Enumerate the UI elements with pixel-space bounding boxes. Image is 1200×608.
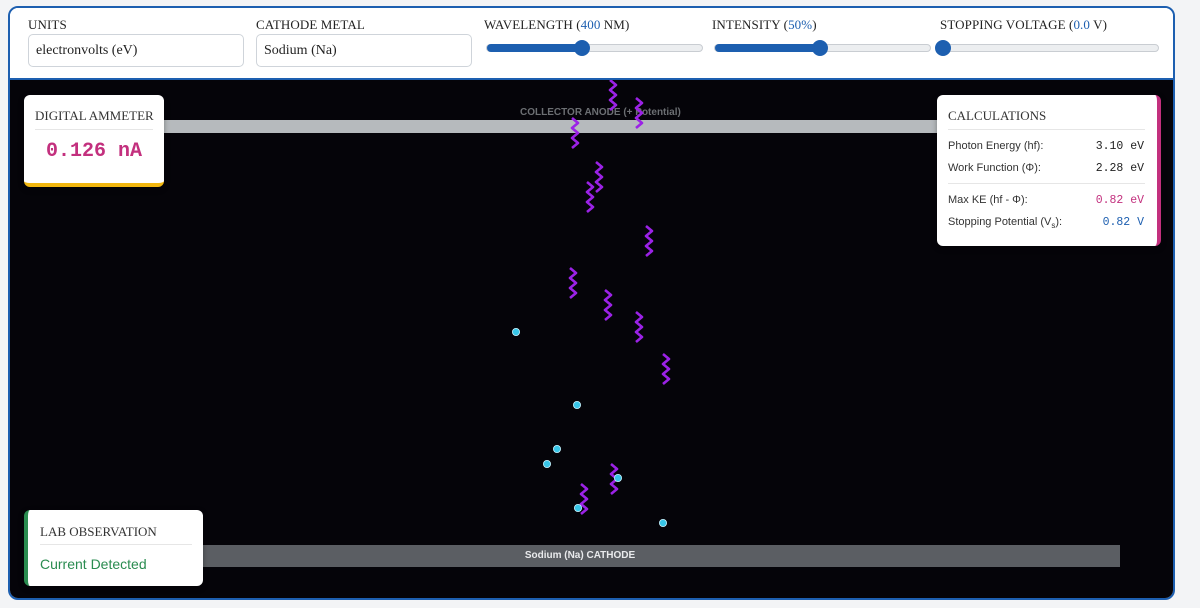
photoelectron: [553, 444, 562, 453]
photon-energy-value: 3.10 eV: [1095, 140, 1144, 153]
digital-ammeter-card: DIGITAL AMMETER 0.126 nA: [24, 95, 164, 187]
calculations-divider-2: [948, 183, 1145, 184]
stopping-voltage-label: STOPPING VOLTAGE (0.0 V): [940, 17, 1108, 32]
lab-observation-card: LAB OBSERVATION Current Detected: [24, 510, 203, 586]
intensity-slider[interactable]: [714, 40, 931, 56]
photon-wave: [594, 161, 604, 193]
ammeter-divider: [35, 129, 153, 130]
wavelength-slider[interactable]: [486, 40, 703, 56]
max-ke-value: 0.82 eV: [1095, 194, 1144, 207]
photoelectron: [543, 459, 552, 468]
photon-wave: [634, 97, 644, 129]
stopping-voltage-value: 0.0: [1073, 17, 1090, 32]
photoelectron: [574, 503, 583, 512]
intensity-slider-fill: [715, 44, 821, 52]
wavelength-slider-thumb[interactable]: [573, 40, 590, 56]
wavelength-slider-fill: [487, 44, 582, 52]
photoelectron: [573, 400, 582, 409]
photon-wave: [608, 80, 618, 111]
intensity-value: 50%: [788, 17, 813, 32]
control-bar: UNITS electronvolts (eV) CATHODE METAL S…: [10, 8, 1173, 80]
units-select[interactable]: electronvolts (eV): [28, 34, 244, 67]
photon-wave: [568, 267, 578, 299]
photon-wave: [634, 311, 644, 343]
observation-divider: [40, 544, 192, 545]
intensity-label: INTENSITY (50%): [712, 17, 817, 32]
photoelectron: [659, 518, 668, 527]
observation-status: Current Detected: [40, 556, 147, 572]
ammeter-title: DIGITAL AMMETER: [35, 108, 154, 123]
photon-wave: [661, 353, 671, 385]
work-function-label: Work Function (Φ):: [948, 162, 1041, 174]
stopping-potential-label: Stopping Potential (Vs):: [948, 216, 1063, 231]
observation-title: LAB OBSERVATION: [40, 524, 157, 539]
stopping-voltage-slider-thumb[interactable]: [935, 40, 951, 56]
stopping-voltage-slider[interactable]: [935, 40, 1159, 56]
wavelength-label: WAVELENGTH (400 NM): [484, 17, 630, 32]
photon-wave: [579, 483, 589, 515]
cathode-metal-label: CATHODE METAL: [256, 17, 365, 32]
stopping-potential-value: 0.82 V: [1102, 216, 1144, 229]
work-function-value: 2.28 eV: [1095, 162, 1144, 175]
calculations-divider: [948, 129, 1145, 130]
cathode-metal-select[interactable]: Sodium (Na): [256, 34, 472, 67]
intensity-slider-thumb[interactable]: [812, 40, 829, 56]
photon-wave: [603, 289, 613, 321]
wavelength-value: 400: [580, 17, 601, 32]
calculations-title: CALCULATIONS: [948, 108, 1047, 123]
photon-wave: [570, 117, 580, 149]
simulator-window: UNITS electronvolts (eV) CATHODE METAL S…: [8, 6, 1175, 600]
max-ke-label: Max KE (hf - Φ):: [948, 194, 1028, 206]
calculations-card: CALCULATIONS Photon Energy (hf): 3.10 eV…: [937, 95, 1161, 246]
units-label: UNITS: [28, 17, 67, 32]
ammeter-reading: 0.126 nA: [45, 140, 142, 163]
photoelectron: [614, 473, 623, 482]
photon-energy-label: Photon Energy (hf):: [948, 140, 1044, 152]
simulation-stage: COLLECTOR ANODE (+ Potential) Sodium (Na…: [10, 80, 1173, 598]
photon-wave: [644, 225, 654, 257]
photon-wave: [585, 181, 595, 213]
photoelectron: [511, 327, 520, 336]
